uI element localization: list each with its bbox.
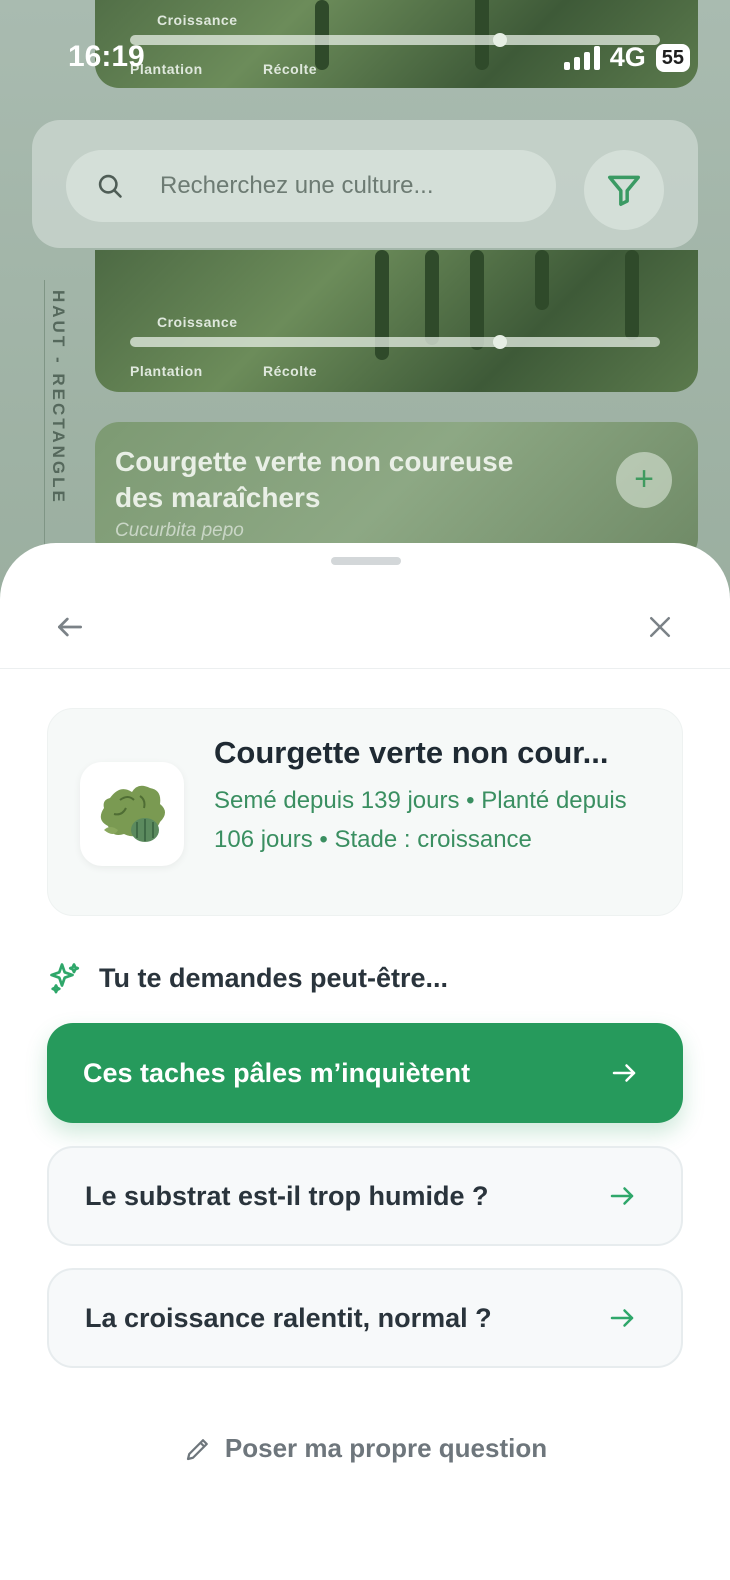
- signal-icon: [563, 45, 600, 70]
- sheet-grabber[interactable]: [331, 557, 401, 565]
- network-type: 4G: [609, 42, 646, 72]
- crop-card-middle: Croissance Plantation Récolte: [95, 250, 698, 392]
- timeline-track: [130, 337, 660, 347]
- arrow-right-icon: [612, 1064, 636, 1082]
- filter-button[interactable]: [584, 150, 664, 230]
- status-bar: 16:19 4G 55: [0, 0, 730, 115]
- side-label: HAUT - RECTANGLE: [49, 290, 68, 505]
- status-time: 16:19: [68, 40, 145, 73]
- arrow-left-icon: [58, 617, 82, 637]
- ask-own-question-button[interactable]: Poser ma propre question: [0, 1433, 730, 1464]
- sheet-header: [0, 583, 730, 669]
- close-icon: [650, 617, 670, 637]
- arrow-right-icon: [610, 1187, 634, 1205]
- plant-thumbnail: [80, 762, 184, 866]
- crop-card-scientific-name: Cucurbita pepo: [115, 520, 244, 541]
- bottom-sheet: Courgette verte non cour... Semé depuis …: [0, 543, 730, 1580]
- suggestion-label: Ces taches pâles m’inquiètent: [83, 1057, 471, 1088]
- search-input[interactable]: [160, 172, 540, 200]
- timeline-planting-label: Plantation: [130, 363, 203, 379]
- suggestion-button-3[interactable]: La croissance ralentit, normal ?: [47, 1268, 683, 1368]
- side-divider: [44, 280, 45, 550]
- suggestion-label: Le substrat est-il trop humide ?: [85, 1180, 489, 1211]
- search-bar: [32, 120, 698, 248]
- filter-icon: [608, 175, 640, 206]
- timeline-growth-label: Croissance: [157, 314, 238, 330]
- plus-icon[interactable]: +: [616, 452, 672, 508]
- suggestions-title: Tu te demandes peut-être...: [99, 962, 449, 993]
- timeline-harvest-label: Récolte: [263, 363, 318, 379]
- timeline-marker: [493, 335, 507, 349]
- back-button[interactable]: [46, 603, 94, 651]
- suggestion-button-1[interactable]: Ces taches pâles m’inquiètent: [47, 1023, 683, 1123]
- suggestion-button-2[interactable]: Le substrat est-il trop humide ?: [47, 1146, 683, 1246]
- plant-name: Courgette verte non cour...: [214, 735, 609, 770]
- sparkles-icon: [50, 963, 80, 994]
- crop-card-courgette[interactable]: Courgette verte non coureuse des maraîch…: [95, 422, 698, 562]
- pencil-icon: [186, 1438, 208, 1460]
- battery-icon: 55: [655, 43, 690, 72]
- ask-own-question-label: Poser ma propre question: [224, 1433, 548, 1463]
- arrow-right-icon: [610, 1309, 634, 1327]
- zucchini-plant-icon: [100, 785, 165, 842]
- crop-card-title: Courgette verte non coureuse des maraîch…: [115, 446, 514, 513]
- close-button[interactable]: [636, 603, 684, 651]
- search-icon: [98, 174, 122, 198]
- suggestions-header: Tu te demandes peut-être...: [47, 960, 448, 996]
- search-field[interactable]: [66, 150, 556, 222]
- plant-meta: Semé depuis 139 jours • Planté depuis 10…: [214, 787, 627, 853]
- suggestion-label: La croissance ralentit, normal ?: [85, 1302, 492, 1333]
- plant-summary-card: Courgette verte non cour... Semé depuis …: [47, 708, 683, 916]
